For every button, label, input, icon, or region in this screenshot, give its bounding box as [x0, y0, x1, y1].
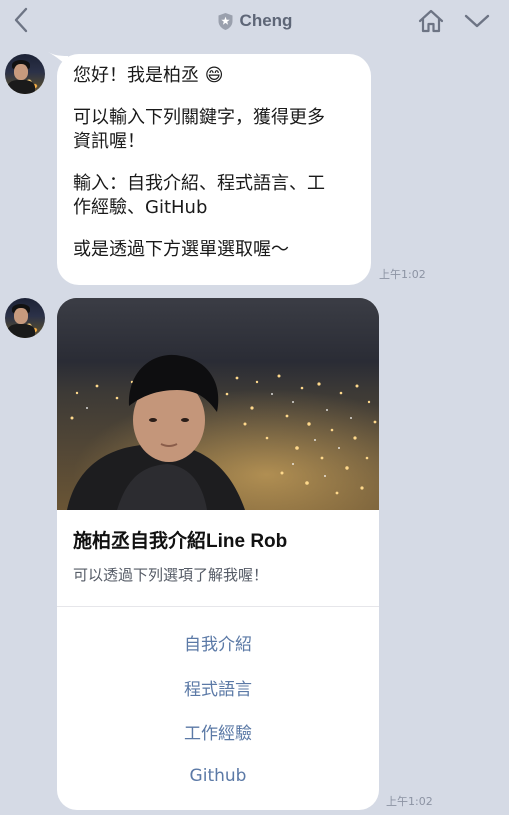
- message-line: 您好！我是柏丞 😄: [73, 65, 224, 86]
- home-button[interactable]: [416, 6, 446, 36]
- chevron-down-icon: [464, 14, 490, 28]
- message-timestamp: 上午1:02: [379, 268, 426, 281]
- action-languages[interactable]: 程式語言: [57, 667, 379, 707]
- chat-screen: Cheng 您好！我是柏丞 😄 可以輸入下列關鍵字，獲得更多 資訊喔！ 輸入：自…: [0, 0, 509, 815]
- avatar-body: [7, 80, 35, 94]
- message-timestamp: 上午1:02: [386, 795, 433, 808]
- photo-illustration: [57, 298, 379, 510]
- official-badge-icon: [218, 12, 233, 30]
- avatar-body: [7, 324, 35, 338]
- card-title: 施柏丞自我介紹Line Rob: [73, 531, 288, 552]
- card-divider: [57, 606, 379, 607]
- action-experience[interactable]: 工作經驗: [57, 711, 379, 751]
- home-icon: [418, 9, 444, 33]
- message-line: 或是透過下方選單選取喔～: [73, 239, 289, 260]
- card-subtitle: 可以透過下列選項了解我喔！: [73, 566, 269, 584]
- menu-button[interactable]: [462, 8, 492, 34]
- message-line: 可以輸入下列關鍵字，獲得更多: [73, 107, 325, 128]
- message-line: 資訊喔！: [73, 131, 145, 152]
- profile-card: 施柏丞自我介紹Line Rob 可以透過下列選項了解我喔！ 自我介紹 程式語言 …: [57, 298, 379, 810]
- avatar[interactable]: [5, 54, 45, 94]
- action-self-intro[interactable]: 自我介紹: [57, 622, 379, 662]
- message-line: 作經驗、GitHub: [73, 197, 208, 218]
- chat-header: Cheng: [0, 0, 509, 42]
- avatar-face: [14, 64, 28, 80]
- message-line: 輸入：自我介紹、程式語言、工: [73, 173, 325, 194]
- action-github[interactable]: Github: [57, 756, 379, 796]
- message-bubble[interactable]: 您好！我是柏丞 😄 可以輸入下列關鍵字，獲得更多 資訊喔！ 輸入：自我介紹、程式…: [57, 54, 371, 285]
- contact-name: Cheng: [239, 11, 293, 30]
- avatar-face: [14, 308, 28, 324]
- profile-photo[interactable]: [57, 298, 379, 510]
- avatar[interactable]: [5, 298, 45, 338]
